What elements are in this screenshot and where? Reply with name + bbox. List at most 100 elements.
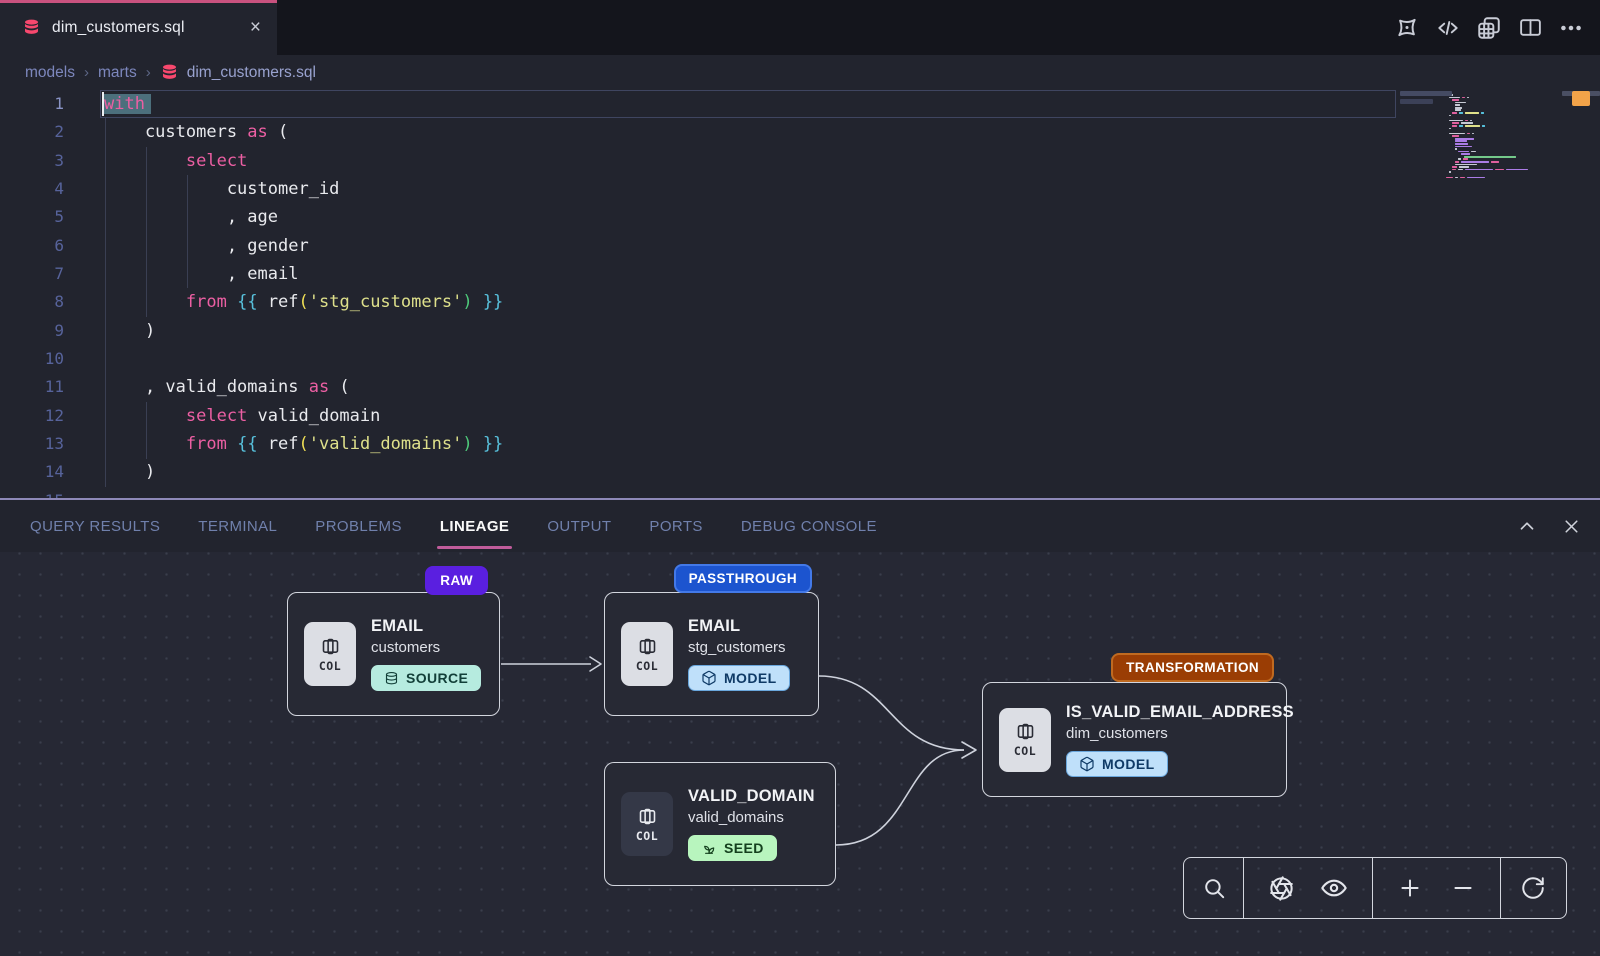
code-line: 5 , age <box>0 203 1600 231</box>
lineage-node-dim_customers[interactable]: TRANSFORMATION COL IS_VALID_EMAIL_ADDRES… <box>982 682 1287 797</box>
line-number: 11 <box>0 373 64 401</box>
eye-icon[interactable] <box>1319 873 1349 903</box>
code-line: 11 , valid_domains as ( <box>0 373 1600 401</box>
line-number: 15 <box>0 487 64 498</box>
node-type-badge: MODEL <box>1066 751 1168 777</box>
minimap[interactable] <box>1446 94 1556 494</box>
code-line: 9 ) <box>0 317 1600 345</box>
minus-icon[interactable] <box>1448 873 1478 903</box>
indent-guide <box>105 118 106 487</box>
line-number: 10 <box>0 345 64 373</box>
node-column-name: IS_VALID_EMAIL_ADDRESS <box>1066 703 1294 722</box>
line-number: 14 <box>0 458 64 486</box>
indent-guide <box>187 175 188 288</box>
toolbar-group <box>1184 858 1244 918</box>
code-editor[interactable]: 1with2 customers as (3 select4 customer_… <box>0 90 1600 498</box>
lineage-node-stg_customers[interactable]: PASSTHROUGH COL EMAIL stg_customers MODE… <box>604 592 819 716</box>
line-number: 6 <box>0 232 64 260</box>
panel-tab-query-results[interactable]: QUERY RESULTS <box>30 500 160 552</box>
node-tag: RAW <box>425 566 488 595</box>
line-number: 3 <box>0 147 64 175</box>
editor-tab-bar: dim_customers.sql × <box>0 0 1600 55</box>
bottom-panel-tab-bar: QUERY RESULTS TERMINAL PROBLEMS LINEAGE OUTP… <box>0 498 1600 552</box>
chevron-up-icon[interactable] <box>1516 515 1538 537</box>
line-number: 4 <box>0 175 64 203</box>
breadcrumb-segment[interactable]: marts <box>98 64 137 82</box>
tab-dim-customers[interactable]: dim_customers.sql × <box>0 0 277 55</box>
node-column-name: EMAIL <box>371 617 481 636</box>
code-line: 8 from {{ ref('stg_customers') }} <box>0 288 1600 316</box>
text-cursor <box>102 92 104 116</box>
toolbar-group <box>1373 858 1501 918</box>
line-number: 9 <box>0 317 64 345</box>
cube-icon <box>701 670 717 686</box>
split-editor-icon[interactable] <box>1517 15 1543 41</box>
line-number: 8 <box>0 288 64 316</box>
column-chip: COL <box>621 792 673 856</box>
indent-guide <box>146 402 147 459</box>
code-line: 1with <box>0 90 1600 118</box>
breadcrumb-file[interactable]: dim_customers.sql <box>160 63 316 82</box>
columns-icon <box>320 636 341 657</box>
line-number: 12 <box>0 402 64 430</box>
more-icon[interactable] <box>1558 15 1584 41</box>
indent-guide <box>146 147 147 317</box>
lineage-canvas[interactable]: RAW COL EMAIL customers SOURCE PASSTHROU… <box>0 552 1600 956</box>
node-type-badge: MODEL <box>688 665 790 691</box>
node-type-badge: SOURCE <box>371 665 481 691</box>
line-number: 5 <box>0 203 64 231</box>
code-line: 4 customer_id <box>0 175 1600 203</box>
code-line: 3 select <box>0 147 1600 175</box>
panel-tab-ports[interactable]: PORTS <box>649 500 702 552</box>
code-line: 7 , email <box>0 260 1600 288</box>
node-tag: TRANSFORMATION <box>1111 653 1274 682</box>
database-icon <box>384 671 399 686</box>
database-icon <box>22 18 41 37</box>
columns-icon <box>1015 721 1036 742</box>
column-chip: COL <box>621 622 673 686</box>
panel-tab-terminal[interactable]: TERMINAL <box>198 500 277 552</box>
sprout-icon <box>701 840 717 856</box>
breadcrumb-separator: › <box>84 64 89 81</box>
panel-tab-problems[interactable]: PROBLEMS <box>315 500 402 552</box>
overview-ruler-mark <box>1400 99 1433 104</box>
cube-icon <box>1079 756 1095 772</box>
plus-icon[interactable] <box>1395 873 1425 903</box>
line-number: 13 <box>0 430 64 458</box>
lineage-toolbar <box>1183 857 1567 919</box>
tab-close-icon[interactable]: × <box>250 18 261 37</box>
search-icon[interactable] <box>1199 873 1229 903</box>
breadcrumb: models›marts›dim_customers.sql <box>0 55 1600 90</box>
node-table-name: dim_customers <box>1066 725 1294 742</box>
node-column-name: EMAIL <box>688 617 790 636</box>
panel-tab-lineage[interactable]: LINEAGE <box>440 500 509 552</box>
columns-icon <box>637 806 658 827</box>
node-table-name: customers <box>371 639 481 656</box>
line-number: 2 <box>0 118 64 146</box>
column-chip: COL <box>304 622 356 686</box>
close-icon[interactable] <box>1560 515 1582 537</box>
breadcrumb-segment[interactable]: models <box>25 64 75 82</box>
lineage-node-customers[interactable]: RAW COL EMAIL customers SOURCE <box>287 592 500 716</box>
code-line: 13 from {{ ref('valid_domains') }} <box>0 430 1600 458</box>
copy-table-icon[interactable] <box>1476 15 1502 41</box>
dbt-logo-icon[interactable] <box>1394 15 1420 41</box>
lineage-node-valid_domains[interactable]: COL VALID_DOMAIN valid_domains SEED <box>604 762 836 886</box>
code-line: 12 select valid_domain <box>0 402 1600 430</box>
refresh-icon[interactable] <box>1518 873 1548 903</box>
node-table-name: valid_domains <box>688 809 815 826</box>
panel-tab-debug-console[interactable]: DEBUG CONSOLE <box>741 500 877 552</box>
overview-ruler-mark <box>1400 91 1452 96</box>
line-number: 7 <box>0 260 64 288</box>
tab-bar-actions <box>1394 0 1584 55</box>
code-line: 6 , gender <box>0 232 1600 260</box>
toolbar-group <box>1244 858 1373 918</box>
panel-tab-output[interactable]: OUTPUT <box>547 500 611 552</box>
minimap-decoration-marker <box>1572 91 1590 106</box>
aperture-icon[interactable] <box>1267 873 1297 903</box>
columns-icon <box>637 636 658 657</box>
node-column-name: VALID_DOMAIN <box>688 787 815 806</box>
app-window: dim_customers.sql × models›marts›dim_cus… <box>0 0 1600 956</box>
node-tag: PASSTHROUGH <box>674 564 812 593</box>
code-icon[interactable] <box>1435 15 1461 41</box>
